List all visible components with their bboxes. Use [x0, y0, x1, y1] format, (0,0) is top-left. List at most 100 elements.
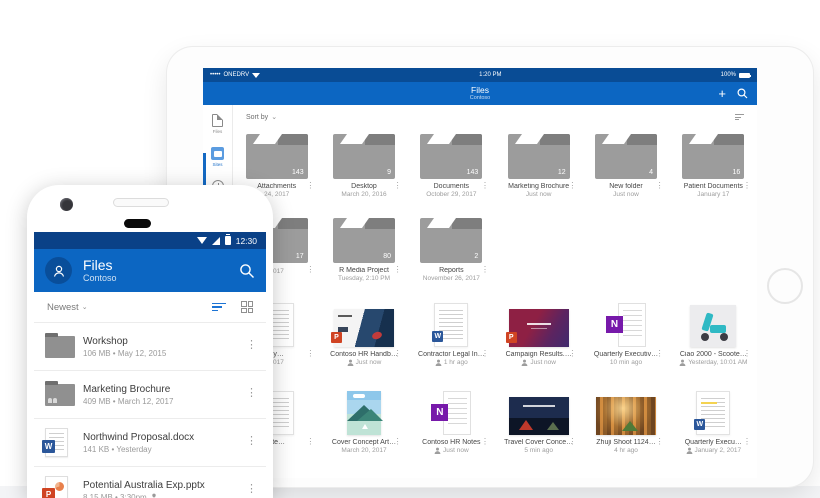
clock-label: 1:20 PM	[479, 72, 502, 78]
file-tile-contoso-hr-handbook[interactable]: P Contoso HR Handb… Just now ⋮	[320, 297, 407, 385]
more-icon[interactable]: ⋮	[481, 265, 489, 274]
more-icon[interactable]: ⋮	[246, 386, 257, 399]
phone-status-bar: 12:30	[34, 232, 266, 249]
newest-sort-label[interactable]: Newest	[47, 302, 79, 313]
file-date: 4 hr ago	[614, 447, 638, 454]
more-icon[interactable]: ⋮	[394, 265, 402, 274]
list-item-northwind-proposal[interactable]: W Northwind Proposal.docx 141 KB • Yeste…	[34, 419, 266, 467]
folder-icon	[45, 332, 75, 358]
search-icon[interactable]	[239, 263, 255, 279]
more-icon[interactable]: ⋮	[246, 338, 257, 351]
sidebar-item-files[interactable]: Files	[212, 114, 223, 134]
file-date: Just now	[443, 447, 469, 454]
chevron-down-icon[interactable]: ⌄	[82, 303, 88, 311]
tablet-screen: ••••• ONEDRV 1:20 PM 100% Files Contoso …	[203, 68, 757, 478]
carrier-label: ONEDRV	[223, 72, 250, 78]
pie-chart-glyph	[55, 482, 64, 491]
file-name: Contoso HR Notes	[422, 439, 481, 446]
folder-name: Reports	[439, 267, 464, 274]
photo-thumbnail	[508, 397, 569, 435]
list-item-potential-australia[interactable]: P Potential Australia Exp.pptx 8.15 MB •…	[34, 467, 266, 498]
grid-view-icon[interactable]	[241, 301, 253, 313]
more-icon[interactable]: ⋮	[306, 265, 314, 274]
item-count: 17	[295, 253, 304, 260]
search-icon[interactable]	[737, 88, 748, 99]
more-icon[interactable]: ⋮	[656, 181, 664, 190]
file-name: Contoso HR Handb…	[330, 351, 398, 358]
more-icon[interactable]: ⋮	[481, 349, 489, 358]
add-icon[interactable]: +	[718, 87, 726, 100]
sidebar-item-sites[interactable]: Sites	[211, 147, 224, 167]
more-icon[interactable]: ⋮	[568, 349, 576, 358]
account-avatar[interactable]	[45, 257, 72, 284]
chevron-down-icon[interactable]: ⌄	[271, 113, 277, 121]
file-date: 10 min ago	[609, 359, 643, 366]
person-icon	[53, 265, 64, 277]
item-name: Potential Australia Exp.pptx	[83, 479, 205, 491]
file-tile-cover-concept-art[interactable]: Cover Concept Art… March 20, 2017 ⋮	[320, 385, 407, 473]
word-icon: W	[42, 440, 55, 453]
word-thumbnail: W	[432, 303, 469, 347]
folder-name: New folder	[609, 183, 643, 190]
photo-thumbnail	[595, 397, 656, 435]
file-tile-quarterly-exec-doc[interactable]: W Quarterly Execu… January 2, 2017 ⋮	[670, 385, 757, 473]
more-icon[interactable]: ⋮	[481, 181, 489, 190]
folder-tile-documents[interactable]: 143 Documents October 29, 2017 ⋮	[408, 129, 495, 213]
more-icon[interactable]: ⋮	[306, 181, 314, 190]
more-icon[interactable]: ⋮	[246, 482, 257, 495]
shared-folder-icon	[45, 380, 75, 406]
more-icon[interactable]: ⋮	[656, 349, 664, 358]
item-count: 143	[466, 169, 479, 176]
front-camera	[60, 198, 73, 211]
files-icon	[212, 114, 223, 127]
file-tile-zhuji-shoot[interactable]: Zhuji Shoot 1124… 4 hr ago ⋮	[582, 385, 669, 473]
folder-tile-new-folder[interactable]: 4 New folder Just now ⋮	[582, 129, 669, 213]
view-toggle-icon[interactable]	[735, 114, 744, 120]
more-icon[interactable]: ⋮	[743, 181, 751, 190]
list-item-marketing-brochure[interactable]: Marketing Brochure 409 MB • March 12, 20…	[34, 371, 266, 419]
file-date: Just now	[530, 359, 556, 366]
file-tile-travel-cover-concept[interactable]: Travel Cover Conce… 5 min ago ⋮	[495, 385, 582, 473]
file-tile-contractor-legal[interactable]: W Contractor Legal In… 1 hr ago ⋮	[408, 297, 495, 385]
folder-tile-r-media-project[interactable]: 80 R Media Project Tuesday, 2:10 PM ⋮	[320, 213, 407, 297]
more-icon[interactable]: ⋮	[743, 349, 751, 358]
word-icon: W	[432, 331, 444, 342]
folder-icon: 80	[332, 218, 395, 263]
more-icon[interactable]: ⋮	[394, 181, 402, 190]
file-name: Contractor Legal In…	[418, 351, 485, 358]
powerpoint-thumbnail: P	[330, 309, 394, 347]
file-tile-campaign-results[interactable]: P Campaign Results.… Just now ⋮	[495, 297, 582, 385]
home-button[interactable]	[767, 268, 803, 304]
more-icon[interactable]: ⋮	[743, 437, 751, 446]
phone-device: 12:30 Files Contoso Newest ⌄ Workshop 10…	[27, 185, 273, 498]
file-tile-quarterly-executive[interactable]: N Quarterly Executiv… 10 min ago ⋮	[582, 297, 669, 385]
file-date: January 2, 2017	[694, 447, 742, 454]
battery-icon	[739, 72, 751, 78]
more-icon[interactable]: ⋮	[481, 437, 489, 446]
folder-name: R Media Project	[339, 267, 389, 274]
file-tile-contoso-hr-notes[interactable]: N Contoso HR Notes Just now ⋮	[408, 385, 495, 473]
item-count: 2	[474, 253, 479, 260]
folder-tile-desktop[interactable]: 9 Desktop March 20, 2016 ⋮	[320, 129, 407, 213]
more-icon[interactable]: ⋮	[246, 434, 257, 447]
photo-thumbnail	[690, 305, 737, 347]
more-icon[interactable]: ⋮	[306, 349, 314, 358]
more-icon[interactable]: ⋮	[568, 437, 576, 446]
folder-tile-reports[interactable]: 2 Reports November 26, 2017 ⋮	[408, 213, 495, 297]
more-icon[interactable]: ⋮	[394, 349, 402, 358]
folder-tile-marketing-brochure[interactable]: 12 Marketing Brochure Just now ⋮	[495, 129, 582, 213]
more-icon[interactable]: ⋮	[394, 437, 402, 446]
sites-icon	[211, 147, 224, 160]
more-icon[interactable]: ⋮	[306, 437, 314, 446]
sidebar-files-label: Files	[212, 129, 223, 134]
more-icon[interactable]: ⋮	[568, 181, 576, 190]
folder-tile-patient-documents[interactable]: 16 Patient Documents January 17 ⋮	[670, 129, 757, 213]
sort-by-label[interactable]: Sort by	[246, 114, 268, 121]
more-icon[interactable]: ⋮	[656, 437, 664, 446]
folder-icon: 143	[420, 134, 483, 179]
list-view-icon[interactable]	[212, 302, 226, 312]
folder-icon: 12	[507, 134, 570, 179]
list-item-workshop[interactable]: Workshop 106 MB • May 12, 2015 ⋮	[34, 323, 266, 371]
file-tile-ciao-2000-scooter[interactable]: Ciao 2000 - Scoote… Yesterday, 10:01 AM …	[670, 297, 757, 385]
battery-percent-label: 100%	[720, 72, 736, 78]
